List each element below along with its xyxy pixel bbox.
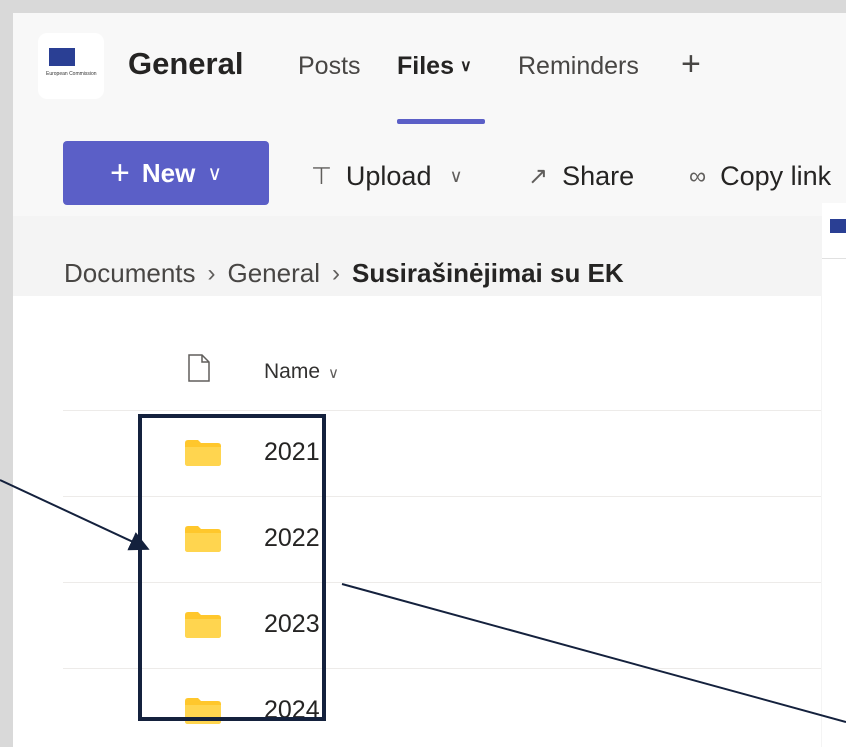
eu-flag-icon xyxy=(830,219,846,233)
copy-link-button[interactable]: ∞ Copy link xyxy=(689,161,831,192)
tab-label: Posts xyxy=(298,52,361,80)
name-column-header[interactable]: Name ∨ xyxy=(264,360,339,384)
new-button[interactable]: + New ∨ xyxy=(63,141,269,205)
tab-label: Reminders xyxy=(518,52,639,80)
name-column-label: Name xyxy=(264,360,321,383)
share-label: Share xyxy=(562,161,635,191)
chevron-down-icon: ∨ xyxy=(207,162,222,185)
copy-link-label: Copy link xyxy=(720,161,832,191)
channel-header: European Commission General Posts Files ∨… xyxy=(13,13,846,129)
breadcrumb-current: Susirašinėjimai su EK xyxy=(352,258,624,288)
tab-label: Files xyxy=(397,52,454,80)
chevron-down-icon: ∨ xyxy=(459,58,472,75)
breadcrumb-item-general[interactable]: General xyxy=(228,258,321,289)
chevron-down-icon: ∨ xyxy=(328,365,340,382)
folders-highlight-box xyxy=(138,414,326,721)
share-icon: ↗ xyxy=(528,163,549,190)
add-tab-button[interactable]: + xyxy=(681,45,701,84)
upload-button[interactable]: ⊤ Upload ∨ xyxy=(311,161,463,192)
chevron-right-icon: › xyxy=(332,259,340,287)
logo-text: European Commission xyxy=(46,71,97,77)
upload-icon: ⊤ xyxy=(311,163,332,190)
link-icon: ∞ xyxy=(689,162,707,190)
new-button-label: New xyxy=(141,157,196,188)
active-tab-indicator xyxy=(397,119,485,124)
breadcrumb: Documents › General › Susirašinėjimai su… xyxy=(64,258,624,289)
plus-icon: + xyxy=(110,154,130,192)
team-logo[interactable]: European Commission xyxy=(38,33,104,99)
files-toolbar: + New ∨ ⊤ Upload ∨ ↗ Share ∞ Copy link xyxy=(13,128,846,216)
breadcrumb-item-documents[interactable]: Documents xyxy=(64,258,196,289)
chevron-right-icon: › xyxy=(207,259,216,287)
eu-flag-icon xyxy=(49,48,75,66)
channel-title: General xyxy=(128,46,244,81)
divider xyxy=(822,258,846,259)
tab-reminders[interactable]: Reminders xyxy=(518,52,639,81)
tab-posts[interactable]: Posts xyxy=(298,52,361,81)
share-button[interactable]: ↗ Share xyxy=(528,161,634,192)
adjacent-window-edge xyxy=(822,203,846,747)
chevron-down-icon: ∨ xyxy=(449,166,463,186)
tab-files[interactable]: Files ∨ xyxy=(397,52,472,81)
file-type-icon[interactable] xyxy=(188,354,210,382)
file-list-header: Name ∨ xyxy=(63,311,821,411)
upload-label: Upload xyxy=(345,161,432,191)
